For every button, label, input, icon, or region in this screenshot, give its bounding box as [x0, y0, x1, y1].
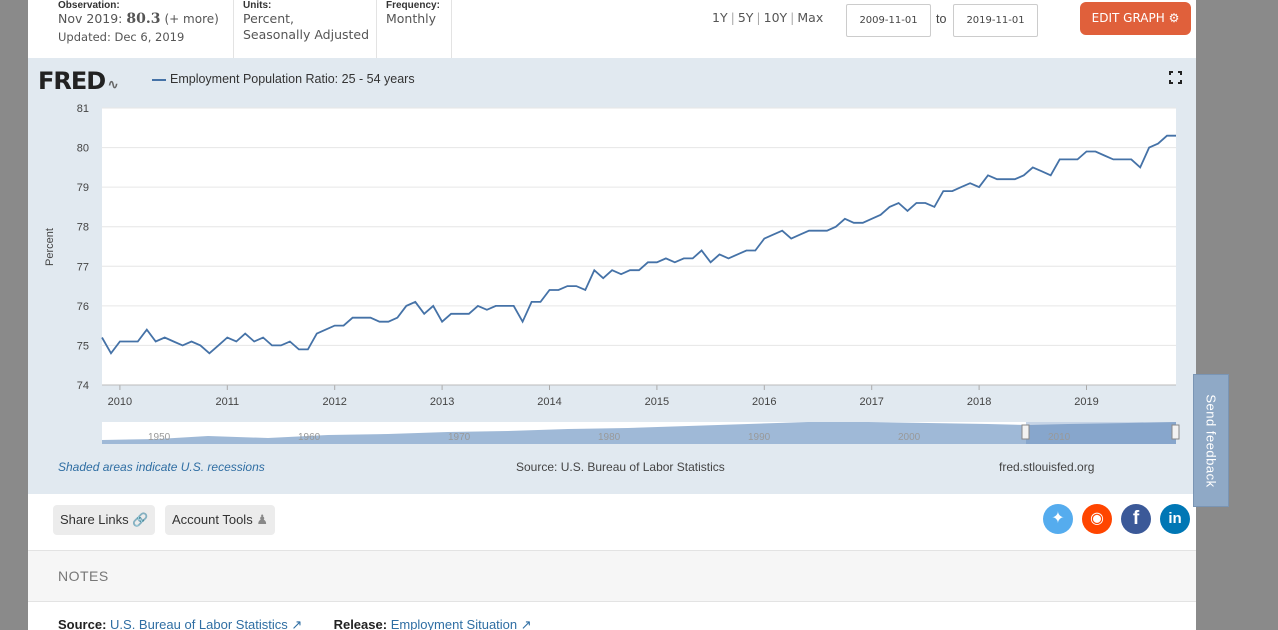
page: Observation: Nov 2019: 80.3 (+ more) Upd… — [28, 0, 1196, 630]
reddit-icon[interactable]: ◉ — [1082, 504, 1112, 534]
x-tick-label: 2017 — [859, 396, 883, 408]
facebook-icon[interactable]: f — [1121, 504, 1151, 534]
navigator-label: 1970 — [448, 432, 471, 443]
units-block: Units: Percent, Seasonally Adjusted — [233, 0, 373, 58]
x-tick-label: 2018 — [967, 396, 991, 408]
source-note: Source: U.S. Bureau of Labor Statistics — [516, 460, 725, 474]
user-icon: ♟ — [256, 512, 268, 527]
y-tick-label: 80 — [77, 143, 89, 155]
edit-graph-label: EDIT GRAPH — [1091, 11, 1165, 25]
chart[interactable]: 7475767778798081 2010 2011 2012 2013 2014 201… — [28, 58, 1196, 494]
source-release-line: Source: U.S. Bureau of Labor Statistics … — [58, 617, 532, 630]
source-label: Source: — [58, 617, 107, 630]
external-link-icon: ↗ — [520, 617, 532, 630]
navigator-label: 1960 — [298, 432, 321, 443]
observation-period: Nov 2019: — [58, 11, 123, 26]
legend-label: Employment Population Ratio: 25 - 54 yea… — [170, 72, 415, 86]
y-tick-label: 75 — [77, 340, 89, 352]
x-tick-label: 2015 — [645, 396, 669, 408]
chart-logo-icon: ∿ — [107, 77, 119, 93]
external-link-icon: ↗ — [291, 617, 303, 630]
legend: Employment Population Ratio: 25 - 54 yea… — [152, 72, 415, 86]
y-tick-label: 74 — [77, 380, 89, 392]
linkedin-icon[interactable]: in — [1160, 504, 1190, 534]
y-tick-labels: 74 75 76 77 78 79 80 81 — [77, 103, 89, 392]
edit-graph-button[interactable]: EDIT GRAPH ⚙ — [1080, 2, 1191, 35]
frequency-block: Frequency: Monthly — [376, 0, 452, 58]
navigator-label: 1990 — [748, 432, 771, 443]
release-link[interactable]: Employment Situation — [391, 617, 517, 630]
fullscreen-icon[interactable] — [1169, 71, 1182, 84]
release-label: Release: — [333, 617, 388, 630]
y-tick-label: 77 — [77, 261, 89, 273]
x-tick-label: 2019 — [1074, 396, 1098, 408]
end-date-input[interactable]: 2019-11-01 — [953, 4, 1038, 37]
account-tools-button[interactable]: Account Tools ♟ — [165, 505, 275, 535]
fred-logo[interactable]: FRED ∿ — [38, 67, 119, 95]
range-1y[interactable]: 1Y — [712, 10, 728, 25]
navigator-left-handle[interactable] — [1021, 424, 1030, 440]
site-note: fred.stlouisfed.org — [999, 460, 1095, 474]
frequency-label: Frequency: — [386, 0, 440, 11]
legend-swatch — [152, 78, 166, 81]
range-10y[interactable]: 10Y — [764, 10, 788, 25]
link-icon: 🔗 — [132, 512, 149, 527]
observation-value: 80.3 — [126, 11, 161, 27]
twitter-icon[interactable]: ✦ — [1043, 504, 1073, 534]
start-date-input[interactable]: 2009-11-01 — [846, 4, 931, 37]
units-line2: Seasonally Adjusted — [243, 27, 370, 42]
x-tick-label: 2012 — [322, 396, 346, 408]
observation-value-line: Nov 2019: 80.3 (+ more) — [58, 11, 258, 27]
send-feedback-label: Send feedback — [1203, 393, 1219, 488]
y-tick-label: 79 — [77, 182, 89, 194]
navigator-label: 1950 — [148, 432, 171, 443]
y-tick-label: 76 — [77, 301, 89, 313]
account-tools-label: Account Tools — [172, 512, 253, 527]
observation-block: Observation: Nov 2019: 80.3 (+ more) Upd… — [58, 0, 258, 58]
range-5y[interactable]: 5Y — [738, 10, 754, 25]
send-feedback-tab[interactable]: Send feedback — [1193, 374, 1229, 507]
observation-label: Observation: — [58, 0, 120, 11]
observation-more-link[interactable]: (+ more) — [164, 12, 218, 26]
units-line1: Percent, — [243, 11, 295, 26]
range-selector: 1Y | 5Y | 10Y | Max — [712, 10, 824, 25]
notes-title: NOTES — [58, 568, 109, 584]
notes-section: NOTES — [28, 550, 1196, 602]
fred-logo-text: FRED — [38, 67, 106, 95]
x-tick-label: 2010 — [108, 396, 132, 408]
x-tick-label: 2016 — [752, 396, 776, 408]
share-links-button[interactable]: Share Links 🔗 — [53, 505, 156, 535]
y-axis-label: Percent — [44, 228, 56, 266]
navigator-right-handle[interactable] — [1171, 424, 1180, 440]
units-label: Units: — [243, 0, 272, 11]
range-max[interactable]: Max — [797, 10, 823, 25]
x-tick-labels: 2010 2011 2012 2013 2014 2015 2016 2017 2018 2019 — [102, 384, 1176, 408]
frequency-value: Monthly — [386, 11, 437, 26]
y-tick-label: 78 — [77, 222, 89, 234]
share-links-label: Share Links — [60, 512, 129, 527]
navigator-label: 2000 — [898, 432, 921, 443]
y-tick-label: 81 — [77, 103, 89, 115]
updated-date: Updated: Dec 6, 2019 — [58, 30, 185, 44]
source-link[interactable]: U.S. Bureau of Labor Statistics — [110, 617, 288, 630]
graph-panel: 74 75 76 77 78 79 80 81 2010 2011 2012 2013 2014 201… — [28, 58, 1196, 494]
plot-area — [102, 108, 1176, 385]
gear-icon: ⚙ — [1168, 11, 1180, 25]
navigator-label: 1980 — [598, 432, 621, 443]
navigator-label: 2010 — [1048, 432, 1071, 443]
x-tick-label: 2014 — [537, 396, 561, 408]
x-tick-label: 2013 — [430, 396, 454, 408]
recession-note[interactable]: Shaded areas indicate U.S. recessions — [58, 460, 265, 474]
x-tick-label: 2011 — [215, 396, 239, 408]
to-label: to — [936, 12, 947, 26]
